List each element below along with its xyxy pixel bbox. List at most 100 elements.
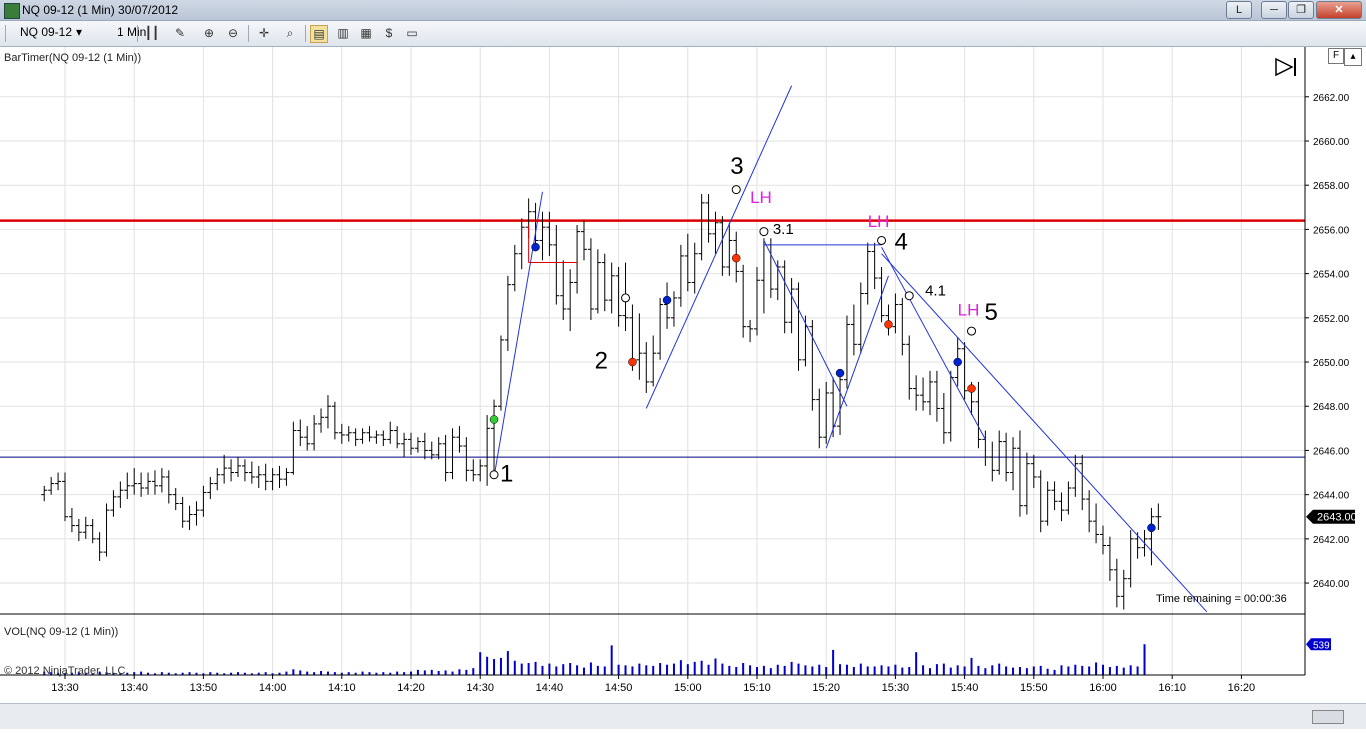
ohlc-bar (131, 468, 138, 495)
ohlc-bar (899, 297, 906, 356)
volume-bar (410, 671, 412, 675)
x-tick-label: 16:20 (1228, 682, 1256, 694)
volume-bar (1046, 668, 1049, 675)
ohlc-bar (601, 253, 608, 312)
window-title: NQ 09-12 (1 Min) 30/07/2012 (22, 3, 179, 17)
x-tick-label: 15:30 (882, 682, 910, 694)
maximize-button[interactable]: ❐ (1288, 1, 1314, 19)
link-button[interactable]: L (1226, 1, 1252, 19)
scroll-thumb[interactable] (1312, 710, 1344, 724)
ohlc-bar (497, 335, 504, 411)
signal-dot (731, 253, 741, 263)
ohlc-bar (546, 211, 553, 256)
ohlc-bar (961, 342, 968, 400)
volume-bar (506, 651, 509, 675)
volume-bars (43, 644, 1146, 675)
bar-type-icon[interactable]: ┃┃ (144, 25, 160, 41)
annotation-label: 4 (894, 228, 907, 255)
ohlc-bar (996, 430, 1003, 475)
volume-bar (1081, 665, 1084, 675)
x-tick-label: 13:30 (51, 682, 79, 694)
ohlc-bar (657, 297, 664, 360)
y-tick-label: 2650.00 (1313, 358, 1350, 369)
ohlc-bar (82, 516, 89, 539)
ohlc-bar (788, 278, 795, 334)
ohlc-bar (747, 320, 754, 343)
volume-bar (998, 663, 1001, 675)
volume-bar (707, 664, 710, 675)
volume-bar (617, 664, 620, 675)
zoom-out-icon[interactable]: ⊖ (225, 25, 241, 41)
zoom-in-icon[interactable]: ⊕ (201, 25, 217, 41)
trend-line (645, 85, 793, 409)
ohlc-bar (643, 342, 650, 393)
signal-dot (531, 242, 540, 252)
ohlc-bar (89, 518, 96, 544)
data-box-icon[interactable]: ▤ (310, 25, 328, 43)
instrument-dropdown-icon[interactable]: ▾ (76, 25, 82, 39)
properties-icon[interactable]: ▭ (404, 25, 420, 41)
minimize-button[interactable]: ─ (1261, 1, 1287, 19)
ohlc-bar (504, 275, 511, 351)
y-tick-label: 2656.00 (1313, 225, 1350, 236)
x-tick-label: 15:10 (743, 682, 771, 694)
volume-bar (451, 671, 454, 675)
ohlc-bar (68, 507, 75, 533)
volume-bar (430, 669, 433, 675)
y-tick-label: 2640.00 (1313, 579, 1350, 590)
ohlc-bar (664, 282, 671, 329)
magnifier-icon[interactable]: ⌕ (282, 25, 298, 41)
ohlc-bar (41, 485, 48, 502)
ohlc-bar (795, 282, 802, 371)
volume-bar (548, 663, 551, 675)
y-tick-label: 2652.00 (1313, 314, 1350, 325)
volume-bar (839, 664, 842, 675)
volume-bar (576, 665, 579, 675)
signal-dot (884, 320, 893, 329)
ohlc-bar (698, 194, 705, 261)
y-tick-label: 2646.00 (1313, 446, 1350, 457)
signal-dot (835, 368, 845, 378)
signal-dot (628, 357, 637, 367)
volume-bar (423, 670, 426, 675)
x-tick-label: 15:00 (674, 682, 702, 694)
volume-bar (527, 663, 530, 675)
ohlc-bar (1010, 437, 1017, 491)
crosshair-icon[interactable]: ✛ (256, 25, 272, 41)
close-button[interactable]: ✕ (1316, 1, 1362, 19)
volume-bar (1039, 665, 1042, 675)
volume-bar (804, 665, 807, 675)
drawing-tool-icon[interactable]: ✎ (172, 25, 188, 41)
ohlc-bar (1016, 430, 1023, 517)
scroll-to-end-icon (1275, 57, 1294, 77)
orders-icon[interactable]: $ (381, 25, 397, 41)
volume-bar (140, 671, 143, 675)
volume-bar (845, 664, 848, 675)
volume-bar (1136, 666, 1139, 675)
volume-bar (1108, 667, 1111, 675)
ohlc-bar (539, 211, 546, 261)
ohlc-bar (1155, 503, 1162, 531)
price-chart[interactable]: 13:30 13:40 13:50 14:00 14:10 14:20 14:30 14:40… (0, 47, 1366, 728)
status-bar (0, 703, 1366, 729)
chart-area[interactable]: 13:30 13:40 13:50 14:00 14:10 14:20 14:30 14:40… (0, 47, 1366, 728)
f-button[interactable]: F (1328, 48, 1344, 64)
strategies-icon[interactable]: ▦ (358, 25, 374, 41)
volume-bar (513, 660, 516, 675)
volume-bar (756, 667, 758, 675)
horizontal-levels (0, 219, 1305, 458)
volume-bar (686, 664, 689, 675)
volume-bar (887, 666, 890, 675)
volume-bar (1053, 669, 1056, 675)
x-tick-label: 13:40 (120, 682, 148, 694)
ohlc-bar (581, 220, 587, 261)
chevron-up-icon[interactable]: ▴ (1344, 48, 1362, 66)
volume-bar (499, 657, 502, 675)
indicators-icon[interactable]: ▥ (335, 25, 351, 41)
volume-bar (569, 663, 572, 675)
ohlc-bar (1030, 454, 1037, 489)
volume-bar (672, 663, 675, 675)
instrument-selector[interactable]: NQ 09-12 (20, 25, 72, 39)
ohlc-bar (345, 426, 352, 442)
interval-selector[interactable]: 1 Min (117, 25, 146, 39)
